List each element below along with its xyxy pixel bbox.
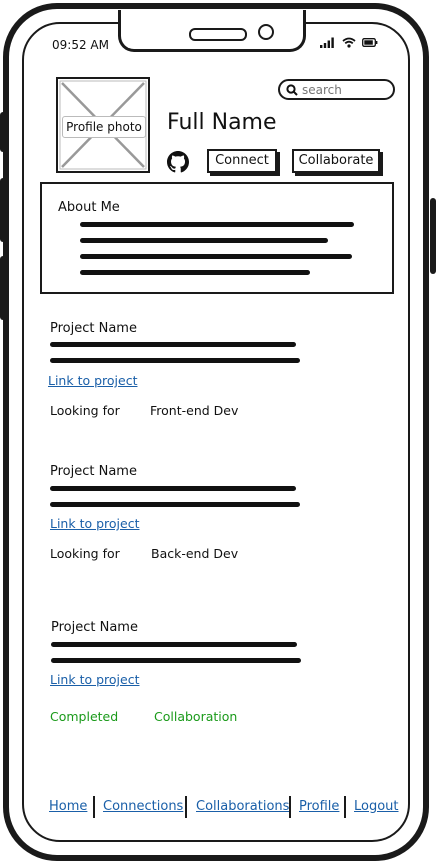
nav-profile[interactable]: Profile: [299, 799, 339, 814]
profile-name: Full Name: [167, 110, 277, 135]
project-name: Project Name: [51, 620, 138, 635]
side-button-left-1: [0, 112, 6, 152]
profile-photo-label: Profile photo: [62, 116, 146, 138]
about-me-title: About Me: [58, 200, 120, 215]
nav-logout[interactable]: Logout: [354, 799, 399, 814]
side-button-left-2: [0, 178, 6, 242]
project-meta-value: Back-end Dev: [151, 546, 239, 561]
project-status-value: Collaboration: [154, 709, 238, 724]
nav-collaborations[interactable]: Collaborations: [196, 799, 289, 814]
connect-button[interactable]: Connect: [207, 149, 277, 173]
nav-home[interactable]: Home: [49, 799, 87, 814]
nav-divider: [289, 796, 291, 818]
search-icon: [286, 83, 298, 96]
project-link[interactable]: Link to project: [48, 373, 137, 388]
side-button-right: [430, 198, 436, 274]
project-desc-scribble: [50, 342, 296, 347]
project-desc-scribble: [50, 502, 300, 507]
project-name: Project Name: [50, 321, 137, 336]
project-desc-scribble: [51, 642, 297, 647]
signal-icon: [320, 37, 334, 48]
github-icon[interactable]: [167, 151, 189, 173]
about-text-scribble-2: [80, 238, 328, 243]
about-text-scribble-1: [80, 222, 354, 227]
battery-icon: [362, 38, 378, 47]
side-button-left-3: [0, 256, 6, 320]
nav-connections[interactable]: Connections: [103, 799, 183, 814]
project-desc-scribble: [51, 658, 301, 663]
project-link[interactable]: Link to project: [50, 672, 139, 687]
front-camera: [258, 24, 274, 40]
about-text-scribble-3: [80, 254, 352, 259]
project-desc-scribble: [50, 486, 296, 491]
project-name: Project Name: [50, 464, 137, 479]
status-time: 09:52 AM: [52, 38, 109, 52]
nav-divider: [185, 796, 187, 818]
nav-divider: [344, 796, 346, 818]
search-box[interactable]: [278, 79, 395, 100]
wifi-icon: [342, 37, 356, 48]
nav-divider: [93, 796, 95, 818]
project-link[interactable]: Link to project: [50, 516, 139, 531]
project-status-label: Completed: [50, 709, 119, 724]
speaker-grill: [189, 28, 247, 41]
project-meta-value: Front-end Dev: [150, 403, 239, 418]
project-meta-label: Looking for: [50, 403, 120, 418]
search-input[interactable]: [302, 82, 382, 97]
collaborate-button[interactable]: Collaborate: [292, 149, 380, 173]
project-desc-scribble: [50, 358, 300, 363]
about-text-scribble-4: [80, 270, 310, 275]
project-meta-label: Looking for: [50, 546, 120, 561]
status-icons: [320, 37, 378, 48]
